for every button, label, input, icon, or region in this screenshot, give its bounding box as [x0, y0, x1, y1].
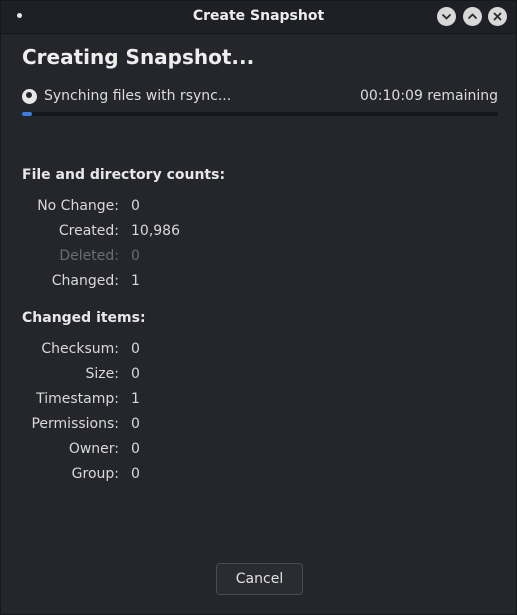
count-label: No Change:	[37, 198, 119, 214]
chevron-up-icon	[468, 13, 477, 19]
changed-row-timestamp: Timestamp: 1	[1, 391, 301, 411]
progress-bar	[22, 112, 498, 116]
page-title: Creating Snapshot...	[22, 45, 255, 69]
count-row-changed: Changed: 1	[1, 273, 301, 293]
count-value: 0	[131, 248, 140, 264]
changed-label: Timestamp:	[36, 391, 119, 407]
count-label: Deleted:	[59, 248, 119, 264]
count-value: 10,986	[131, 223, 180, 239]
changed-row-group: Group: 0	[1, 466, 301, 486]
close-button[interactable]	[488, 7, 507, 26]
count-value: 0	[131, 198, 140, 214]
changed-row-permissions: Permissions: 0	[1, 416, 301, 436]
changed-label: Group:	[71, 466, 119, 482]
changed-label: Owner:	[68, 441, 119, 457]
title-bar[interactable]: Create Snapshot	[1, 1, 516, 34]
changed-value: 0	[131, 366, 140, 382]
changed-value: 0	[131, 441, 140, 457]
changed-label: Size:	[85, 366, 119, 382]
changed-label: Checksum:	[41, 341, 119, 357]
changed-items-heading: Changed items:	[22, 310, 146, 326]
progress-bar-fill	[22, 112, 32, 116]
counts-heading: File and directory counts:	[22, 167, 226, 183]
changed-value: 1	[131, 391, 140, 407]
count-row-created: Created: 10,986	[1, 223, 301, 243]
count-row-deleted: Deleted: 0	[1, 248, 301, 268]
changed-row-checksum: Checksum: 0	[1, 341, 301, 361]
changed-value: 0	[131, 466, 140, 482]
count-label: Changed:	[51, 273, 119, 289]
changed-value: 0	[131, 341, 140, 357]
chevron-down-icon	[442, 14, 451, 20]
count-row-no-change: No Change: 0	[1, 198, 301, 218]
count-value: 1	[131, 273, 140, 289]
minimize-button[interactable]	[437, 7, 456, 26]
spinner-icon	[22, 89, 37, 104]
close-icon	[493, 12, 502, 21]
time-remaining: 00:10:09 remaining	[359, 88, 498, 104]
status-text: Synching files with rsync...	[44, 88, 232, 104]
cancel-button[interactable]: Cancel	[216, 563, 303, 595]
changed-row-owner: Owner: 0	[1, 441, 301, 461]
changed-label: Permissions:	[31, 416, 119, 432]
changed-row-size: Size: 0	[1, 366, 301, 386]
create-snapshot-dialog: Create Snapshot Creating Snapshot... Syn…	[0, 0, 517, 615]
maximize-button[interactable]	[463, 7, 482, 26]
count-label: Created:	[58, 223, 119, 239]
changed-value: 0	[131, 416, 140, 432]
